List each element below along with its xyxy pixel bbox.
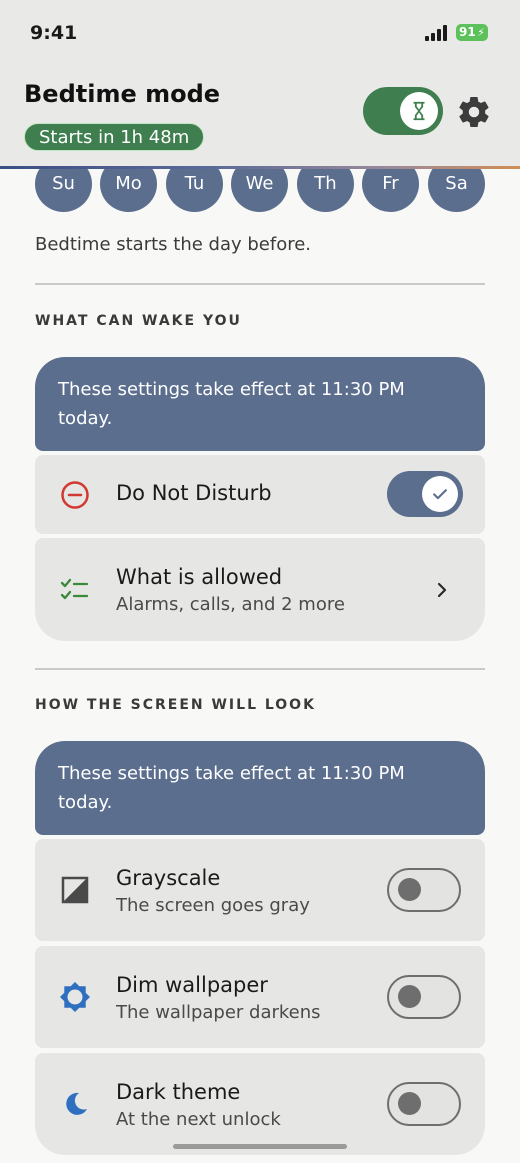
divider: [35, 668, 485, 670]
dim-wallpaper-title: Dim wallpaper: [116, 973, 268, 997]
allowed-title: What is allowed: [116, 565, 283, 589]
dnd-row[interactable]: Do Not Disturb: [35, 455, 485, 534]
dim-wallpaper-subtitle: The wallpaper darkens: [116, 1002, 321, 1023]
screen-info-banner: These settings take effect at 11:30 PM t…: [35, 741, 485, 835]
grayscale-icon: [57, 872, 93, 908]
grayscale-title: Grayscale: [116, 866, 221, 890]
dark-theme-row[interactable]: Dark theme At the next unlock: [35, 1053, 485, 1155]
do-not-disturb-icon: [57, 477, 93, 513]
schedule-note: Bedtime starts the day before.: [35, 234, 312, 255]
grayscale-subtitle: The screen goes gray: [116, 895, 310, 916]
section-header-screen: HOW THE SCREEN WILL LOOK: [35, 697, 316, 713]
allowed-subtitle: Alarms, calls, and 2 more: [116, 594, 345, 615]
chevron-right-icon: [433, 581, 451, 599]
gear-icon[interactable]: [456, 94, 492, 130]
battery-indicator: 91 ⚡: [456, 24, 488, 41]
page-title: Bedtime mode: [24, 80, 221, 108]
status-time: 9:41: [30, 22, 78, 44]
check-icon: [422, 476, 458, 512]
dnd-toggle[interactable]: [387, 471, 463, 517]
grayscale-row[interactable]: Grayscale The screen goes gray: [35, 839, 485, 941]
what-is-allowed-row[interactable]: What is allowed Alarms, calls, and 2 mor…: [35, 538, 485, 641]
starts-in-badge: Starts in 1h 48m: [24, 123, 205, 151]
bedtime-mode-toggle[interactable]: [363, 87, 443, 135]
cellular-signal-icon: [425, 25, 449, 41]
hourglass-icon: [400, 92, 438, 130]
section-header-wake: WHAT CAN WAKE YOU: [35, 313, 242, 329]
dim-wallpaper-row[interactable]: Dim wallpaper The wallpaper darkens: [35, 946, 485, 1048]
wake-info-banner: These settings take effect at 11:30 PM t…: [35, 357, 485, 451]
moon-icon: [57, 1086, 93, 1122]
grayscale-toggle[interactable]: [387, 868, 461, 912]
brightness-icon: [57, 979, 93, 1015]
dark-theme-subtitle: At the next unlock: [116, 1109, 281, 1130]
dark-theme-toggle[interactable]: [387, 1082, 461, 1126]
battery-level: 91: [459, 25, 476, 39]
checklist-icon: [57, 572, 93, 608]
home-indicator[interactable]: [173, 1144, 347, 1149]
dim-wallpaper-toggle[interactable]: [387, 975, 461, 1019]
header-gradient-line: [0, 166, 520, 169]
divider: [35, 283, 485, 285]
dnd-title: Do Not Disturb: [116, 481, 272, 505]
charging-icon: ⚡: [477, 26, 485, 39]
dark-theme-title: Dark theme: [116, 1080, 241, 1104]
